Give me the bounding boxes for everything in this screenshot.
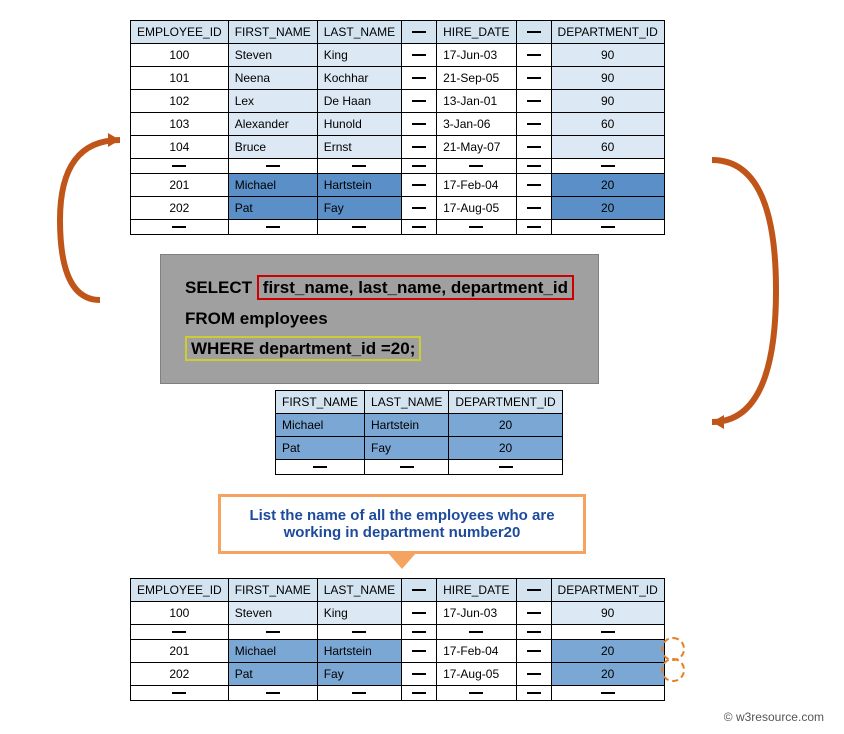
col-ellipsis (516, 21, 551, 44)
table-row: 100StevenKing17-Jun-0390 (131, 44, 665, 67)
result-table: FIRST_NAME LAST_NAME DEPARTMENT_ID Micha… (275, 390, 563, 475)
table-row: 101NeenaKochhar21-Sep-0590 (131, 67, 665, 90)
col-first-name: FIRST_NAME (228, 21, 317, 44)
table-row: 202PatFay17-Aug-0520 (131, 663, 665, 686)
callout-text: List the name of all the employees who a… (249, 507, 554, 541)
ellipsis-row (131, 625, 665, 640)
table-row: MichaelHartstein20 (276, 414, 563, 437)
col-ellipsis (516, 579, 551, 602)
col-ellipsis (402, 579, 437, 602)
col-last-name: LAST_NAME (365, 391, 449, 414)
col-hire-date: HIRE_DATE (437, 579, 516, 602)
highlight-circle (661, 658, 685, 682)
sql-select: SELECT (185, 278, 252, 297)
sql-where-highlighted: WHERE department_id =20; (185, 336, 421, 361)
table-row: PatFay20 (276, 437, 563, 460)
ellipsis-row (131, 220, 665, 235)
col-last-name: LAST_NAME (317, 579, 401, 602)
table-row: 202PatFay17-Aug-0520 (131, 197, 665, 220)
description-callout: List the name of all the employees who a… (218, 494, 586, 554)
col-department-id: DEPARTMENT_ID (449, 391, 562, 414)
table-row: 100StevenKing17-Jun-0390 (131, 602, 665, 625)
col-employee-id: EMPLOYEE_ID (131, 579, 229, 602)
ellipsis-row (276, 460, 563, 475)
sql-table: employees (240, 309, 328, 328)
col-department-id: DEPARTMENT_ID (551, 579, 664, 602)
col-first-name: FIRST_NAME (228, 579, 317, 602)
col-hire-date: HIRE_DATE (437, 21, 516, 44)
col-first-name: FIRST_NAME (276, 391, 365, 414)
table-row: 104BruceErnst21-May-0760 (131, 136, 665, 159)
col-last-name: LAST_NAME (317, 21, 401, 44)
table-row: 103AlexanderHunold3-Jan-0660 (131, 113, 665, 136)
source-table: EMPLOYEE_ID FIRST_NAME LAST_NAME HIRE_DA… (130, 20, 665, 235)
table-row: 201MichaelHartstein17-Feb-0420 (131, 174, 665, 197)
ellipsis-row (131, 159, 665, 174)
col-employee-id: EMPLOYEE_ID (131, 21, 229, 44)
table-row: 102LexDe Haan13-Jan-0190 (131, 90, 665, 113)
flow-arrow-right (700, 150, 820, 450)
final-table: EMPLOYEE_ID FIRST_NAME LAST_NAME HIRE_DA… (130, 578, 665, 701)
col-ellipsis (402, 21, 437, 44)
sql-columns-highlighted: first_name, last_name, department_id (257, 275, 574, 300)
copyright-text: © w3resource.com (724, 710, 824, 724)
flow-arrow-left (40, 130, 140, 320)
sql-from: FROM (185, 309, 235, 328)
ellipsis-row (131, 686, 665, 701)
table-row: 201MichaelHartstein17-Feb-0420 (131, 640, 665, 663)
sql-query-box: SELECT first_name, last_name, department… (160, 254, 599, 384)
col-department-id: DEPARTMENT_ID (551, 21, 664, 44)
